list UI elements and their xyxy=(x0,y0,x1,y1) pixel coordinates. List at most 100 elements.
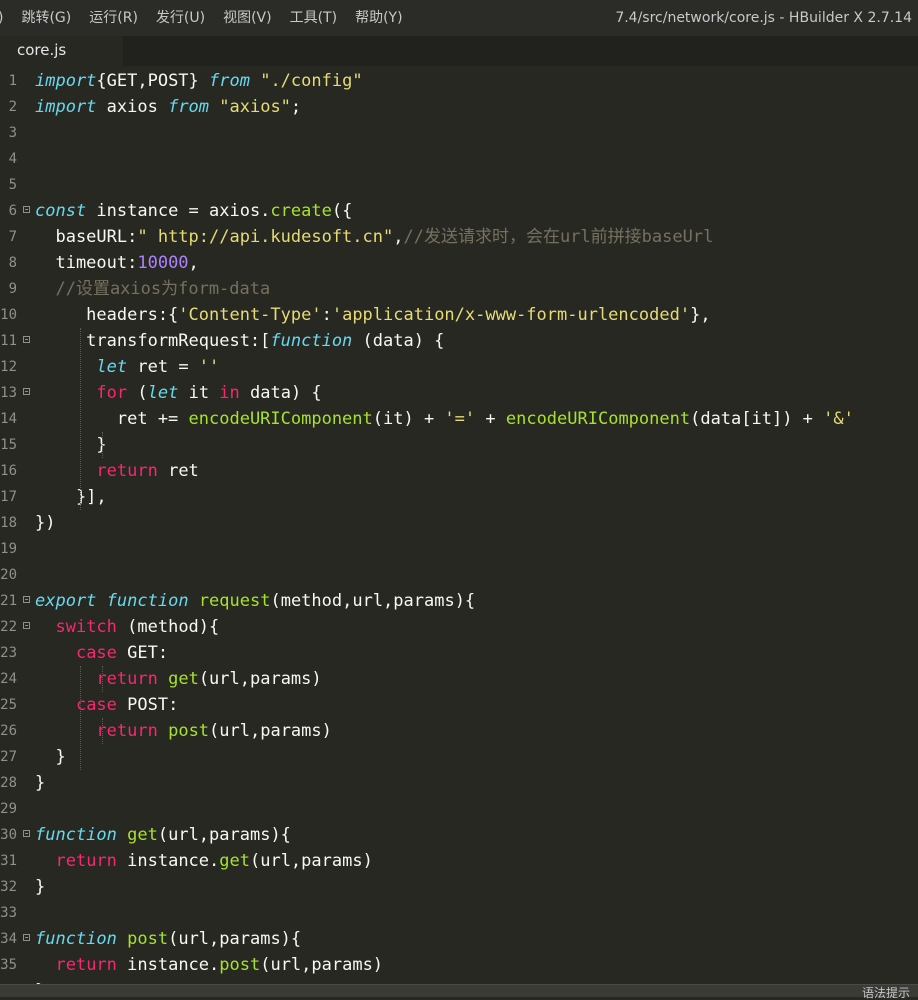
code-token: 'application/x-www-form-urlencoded' xyxy=(331,305,691,325)
code-token: '&' xyxy=(823,409,854,429)
code-line[interactable]: 33 xyxy=(0,900,918,926)
code-line[interactable]: 5 xyxy=(0,172,918,198)
line-number: 24 xyxy=(0,671,17,687)
line-number: 26 xyxy=(0,723,17,739)
code-token: + xyxy=(475,409,506,429)
code-line[interactable]: 31 return instance.get(url,params) xyxy=(0,848,918,874)
code-line[interactable]: 35 return instance.post(url,params) xyxy=(0,952,918,978)
code-token: case xyxy=(75,643,117,663)
code-token: for xyxy=(96,383,128,403)
code-token: : xyxy=(321,305,332,325)
menu-item-goto[interactable]: 跳转(G) xyxy=(12,0,80,36)
code-token: } xyxy=(35,435,107,455)
code-token: //发送请求时，会在url前拼接baseUrl xyxy=(403,227,714,247)
code-line[interactable]: 30 function get(url,params){ xyxy=(0,822,918,848)
tab-core-js[interactable]: core.js xyxy=(0,36,123,66)
code-line[interactable]: 15 } xyxy=(0,432,918,458)
menu-item-partial[interactable]: ) xyxy=(0,0,12,36)
code-text: function post(url,params){ xyxy=(35,926,301,952)
code-text: } xyxy=(35,744,66,770)
fold-toggle-icon[interactable] xyxy=(23,934,30,941)
code-line[interactable]: 2 import axios from "axios"; xyxy=(0,94,918,120)
fold-toggle-icon[interactable] xyxy=(23,596,30,603)
code-line[interactable]: 6 const instance = axios.create({ xyxy=(0,198,918,224)
code-line[interactable]: 32} xyxy=(0,874,918,900)
code-line[interactable]: 21 export function request(method,url,par… xyxy=(0,588,918,614)
line-number: 21 xyxy=(0,593,17,609)
code-line[interactable]: 34 function post(url,params){ xyxy=(0,926,918,952)
code-token: encodeURIComponent xyxy=(188,409,373,429)
code-token: ; xyxy=(290,97,302,117)
code-text: headers:{'Content-Type':'application/x-w… xyxy=(35,302,710,328)
code-line[interactable]: 10 headers:{'Content-Type':'application/… xyxy=(0,302,918,328)
code-token: }], xyxy=(35,487,107,507)
code-token: (it) + xyxy=(372,409,445,429)
code-text: return instance.post(url,params) xyxy=(35,952,383,978)
code-line[interactable]: 18}) xyxy=(0,510,918,536)
fold-toggle-icon[interactable] xyxy=(23,622,30,629)
code-token: (data[it]) + xyxy=(690,409,824,429)
code-token: (url,params) xyxy=(198,669,322,689)
code-token: return xyxy=(96,721,158,741)
line-number: 20 xyxy=(0,567,17,583)
code-token: (url,params) xyxy=(209,721,332,741)
code-line[interactable]: 4 xyxy=(0,146,918,172)
fold-toggle-icon[interactable] xyxy=(23,206,30,213)
line-number: 33 xyxy=(0,905,17,921)
line-number: 14 xyxy=(0,411,17,427)
code-line[interactable]: 25 case POST: xyxy=(0,692,918,718)
code-line[interactable]: 27 } xyxy=(0,744,918,770)
code-line[interactable]: 22 switch (method){ xyxy=(0,614,918,640)
menu-item-help[interactable]: 帮助(Y) xyxy=(346,0,411,36)
menu-item-tools[interactable]: 工具(T) xyxy=(281,0,346,36)
code-text: return get(url,params) xyxy=(35,666,322,692)
code-token: create xyxy=(270,201,332,221)
code-token: } xyxy=(35,877,46,897)
fold-toggle-icon[interactable] xyxy=(23,388,30,395)
code-line[interactable]: 13 for (let it in data) { xyxy=(0,380,918,406)
code-line[interactable]: 14 ret += encodeURIComponent(it) + '=' +… xyxy=(0,406,918,432)
code-token: (url,params){ xyxy=(168,929,302,949)
menu-item-publish[interactable]: 发行(U) xyxy=(147,0,214,36)
menu-item-run[interactable]: 运行(R) xyxy=(80,0,147,36)
line-number: 15 xyxy=(0,437,17,453)
code-line[interactable]: 19 xyxy=(0,536,918,562)
code-line[interactable]: 28} xyxy=(0,770,918,796)
indent-guide xyxy=(80,666,81,770)
fold-toggle-icon[interactable] xyxy=(23,830,30,837)
code-line[interactable]: 11 transformRequest:[function (data) { xyxy=(0,328,918,354)
code-text: for (let it in data) { xyxy=(35,380,321,406)
code-token: return xyxy=(96,669,158,689)
code-token: ret = xyxy=(127,357,199,377)
fold-toggle-icon[interactable] xyxy=(23,336,30,343)
code-line[interactable]: 9 //设置axios为form-data xyxy=(0,276,918,302)
code-line[interactable]: 24 return get(url,params) xyxy=(0,666,918,692)
code-line[interactable]: 29 xyxy=(0,796,918,822)
line-number: 22 xyxy=(0,619,17,635)
code-line[interactable]: 12 let ret = '' xyxy=(0,354,918,380)
code-line[interactable]: 17 }], xyxy=(0,484,918,510)
code-line[interactable]: 20 xyxy=(0,562,918,588)
code-line[interactable]: 16 return ret xyxy=(0,458,918,484)
menu-item-view[interactable]: 视图(V) xyxy=(214,0,281,36)
code-text: } xyxy=(35,770,45,796)
code-text: }], xyxy=(35,484,107,510)
code-line[interactable]: 26 return post(url,params) xyxy=(0,718,918,744)
code-token: } xyxy=(35,747,66,767)
code-line[interactable]: 8 timeout:10000, xyxy=(0,250,918,276)
code-editor[interactable]: 1 import{GET,POST} from "./config" 2 import… xyxy=(0,66,918,984)
code-line[interactable]: 7 baseURL:" http://api.kudesoft.cn",//发送… xyxy=(0,224,918,250)
code-line[interactable]: 23 case GET: xyxy=(0,640,918,666)
code-line[interactable]: 1 import{GET,POST} from "./config" xyxy=(0,68,918,94)
line-number: 11 xyxy=(0,333,17,349)
code-token: function xyxy=(106,591,189,611)
line-number: 29 xyxy=(0,801,17,817)
code-line[interactable]: 3 xyxy=(0,120,918,146)
code-text: return instance.get(url,params) xyxy=(35,848,372,874)
line-number: 17 xyxy=(0,489,17,505)
